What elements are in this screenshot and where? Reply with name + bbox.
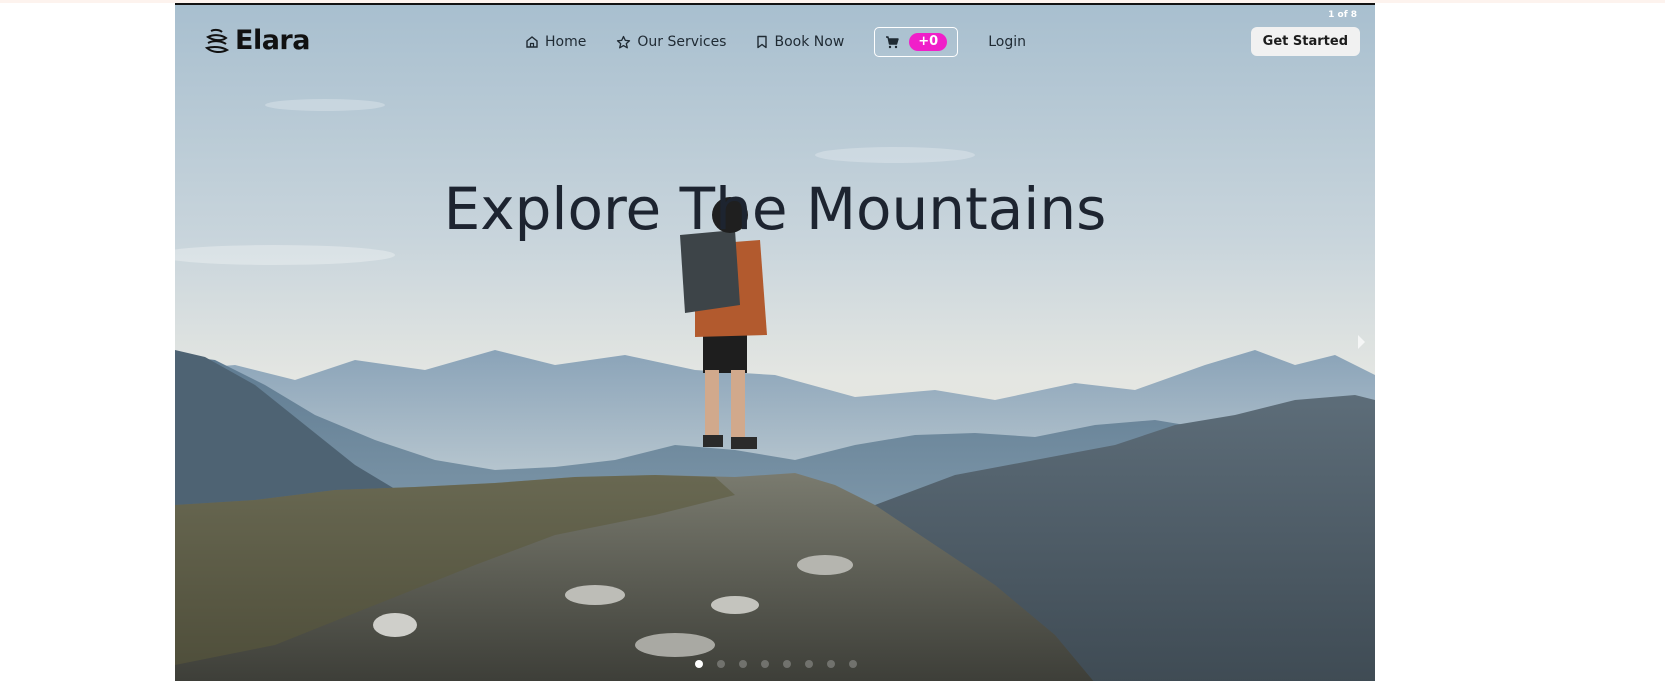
brand-logo[interactable]: Elara	[205, 25, 310, 56]
carousel-dots	[695, 660, 857, 668]
bookmark-icon	[757, 35, 768, 49]
star-icon	[617, 35, 631, 48]
carousel-dot-2[interactable]	[717, 660, 725, 668]
carousel-dot-4[interactable]	[761, 660, 769, 668]
elara-logo-icon	[205, 28, 229, 53]
chevron-right-icon[interactable]	[1358, 335, 1365, 349]
cart-icon	[886, 35, 899, 48]
hero-title: Explore The Mountains	[443, 175, 1107, 243]
hero-carousel: 1 of 8 Elara Home Our Services Book Now …	[175, 3, 1375, 681]
carousel-dot-5[interactable]	[783, 660, 791, 668]
brand-name: Elara	[235, 25, 310, 56]
nav-services[interactable]: Our Services	[616, 34, 726, 50]
carousel-dot-7[interactable]	[827, 660, 835, 668]
carousel-dot-3[interactable]	[739, 660, 747, 668]
nav-book-now-label: Book Now	[774, 34, 845, 50]
home-icon	[526, 36, 538, 48]
nav-links: Home Our Services Book Now +0 Login	[525, 27, 1026, 57]
nav-book-now[interactable]: Book Now	[756, 34, 844, 50]
carousel-dot-8[interactable]	[849, 660, 857, 668]
login-link[interactable]: Login	[988, 34, 1026, 50]
hero-background-image	[175, 5, 1375, 681]
nav-home-label: Home	[545, 34, 587, 50]
cart-button[interactable]: +0	[874, 27, 959, 57]
nav-services-label: Our Services	[637, 34, 727, 50]
nav-home[interactable]: Home	[525, 34, 586, 50]
cart-count-badge: +0	[909, 33, 948, 51]
get-started-button[interactable]: Get Started	[1250, 27, 1360, 56]
top-navbar: Elara Home Our Services Book Now +0 Logi…	[175, 5, 1375, 75]
carousel-dot-6[interactable]	[805, 660, 813, 668]
carousel-dot-1[interactable]	[695, 660, 703, 668]
